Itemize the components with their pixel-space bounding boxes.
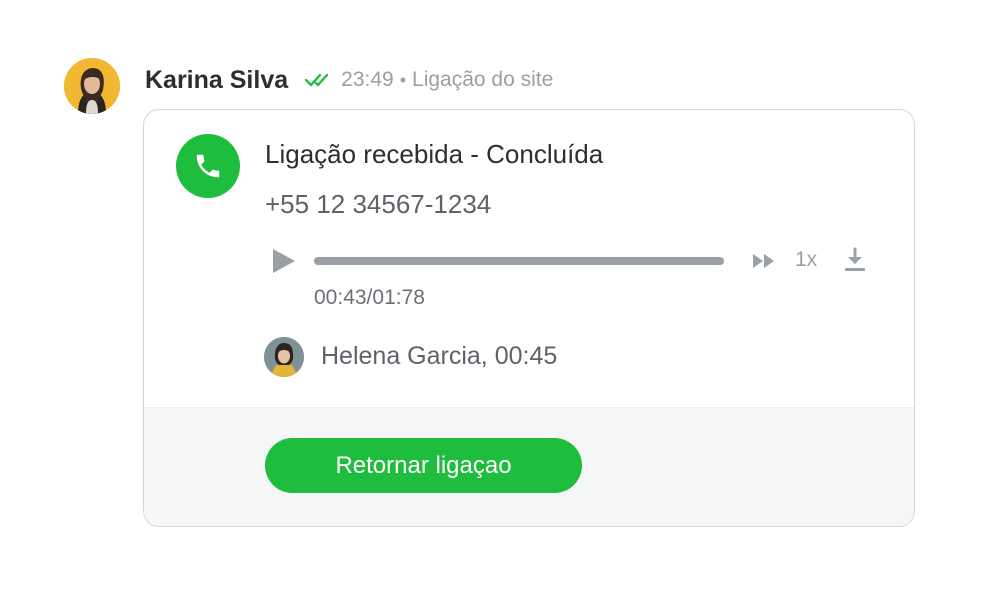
playback-speed-button[interactable]: 1x (795, 248, 817, 272)
message-time: 23:49 (341, 68, 394, 91)
audio-progress-fill (314, 257, 724, 265)
call-phone-number[interactable]: +55 12 34567-1234 (265, 189, 491, 220)
double-check-icon (304, 71, 334, 89)
call-message: Karina Silva 23:49 • Ligação do site Lig… (0, 0, 1002, 604)
call-card-footer: Retornar ligaçao (144, 407, 914, 526)
message-channel: Ligação do site (412, 68, 554, 91)
phone-icon (176, 134, 240, 198)
audio-progress-bar[interactable] (314, 257, 724, 265)
download-icon[interactable] (842, 246, 868, 274)
audio-time-readout: 00:43/01:78 (314, 286, 425, 309)
sender-name[interactable]: Karina Silva (145, 66, 288, 95)
call-title: Ligação recebida - Concluída (265, 139, 604, 169)
call-card-body: Ligação recebida - Concluída +55 12 3456… (144, 110, 914, 407)
call-card: Ligação recebida - Concluída +55 12 3456… (143, 109, 915, 527)
agent-avatar (264, 337, 304, 377)
message-meta: Karina Silva 23:49 • Ligação do site (145, 64, 553, 96)
return-call-button[interactable]: Retornar ligaçao (265, 438, 582, 493)
fast-forward-icon[interactable] (750, 249, 780, 273)
play-icon[interactable] (268, 246, 298, 276)
agent-name-duration: Helena Garcia, 00:45 (321, 342, 558, 370)
sender-avatar[interactable] (64, 58, 120, 114)
meta-separator: • (399, 69, 407, 90)
